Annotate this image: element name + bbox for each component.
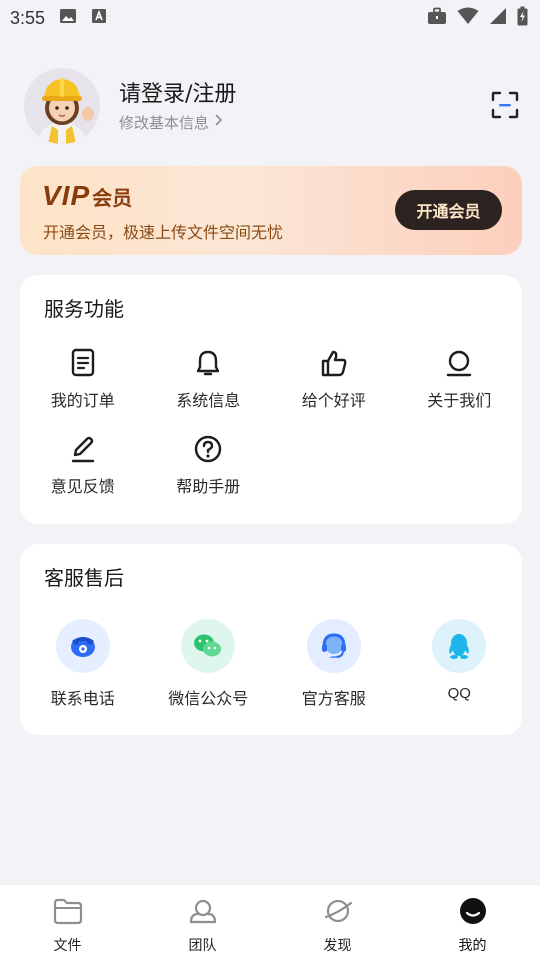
battery-icon — [517, 6, 528, 31]
services-title: 服务功能 — [44, 297, 124, 321]
chevron-right-icon — [213, 113, 223, 131]
wifi-icon — [457, 7, 479, 30]
signal-icon — [489, 7, 507, 30]
service-label: 关于我们 — [427, 391, 492, 410]
nav-label: 文件 — [53, 938, 82, 954]
service-item-rate-us[interactable]: 给个好评 — [271, 347, 397, 433]
scan-icon — [490, 91, 520, 124]
vip-description: 开通会员，极速上传文件空间无忧 — [43, 223, 284, 242]
wechat-icon — [181, 619, 236, 673]
headset-icon — [306, 619, 361, 673]
bottom-nav: 文件 团队 发现 我的 — [0, 884, 540, 960]
discover-icon — [322, 897, 354, 929]
service-item-orders[interactable]: 我的订单 — [20, 347, 146, 433]
service-item-help-manual[interactable]: 帮助手册 — [146, 433, 272, 519]
nav-label: 发现 — [323, 938, 352, 954]
service-item-system-info[interactable]: 系统信息 — [146, 347, 272, 433]
service-item-about-us[interactable]: 关于我们 — [397, 347, 523, 433]
status-bar: 3:55 — [0, 0, 540, 36]
service-label: 我的订单 — [50, 391, 115, 410]
support-card: 客服售后 联系电话 微信公众号 官方客服 QQ — [20, 544, 522, 735]
service-label: 给个好评 — [301, 391, 366, 410]
nav-item-files[interactable]: 文件 — [0, 885, 135, 960]
support-label: 微信公众号 — [168, 689, 249, 708]
vip-logo: VIP 会员 — [42, 180, 132, 212]
service-item-feedback[interactable]: 意见反馈 — [20, 433, 146, 519]
service-label: 意见反馈 — [50, 477, 115, 496]
support-item-customer-service[interactable]: 官方客服 — [271, 619, 397, 709]
bell-icon — [192, 347, 224, 379]
services-grid: 我的订单 系统信息 给个好评 关于我们 意见反馈 帮助手册 — [20, 347, 522, 519]
briefcase-icon — [427, 7, 447, 30]
support-label: 官方客服 — [301, 689, 366, 708]
support-grid: 联系电话 微信公众号 官方客服 QQ — [20, 619, 522, 709]
qq-icon — [432, 619, 487, 673]
thumbs-up-icon — [318, 347, 350, 379]
vip-banner[interactable]: VIP 会员 开通会员，极速上传文件空间无忧 开通会员 — [20, 166, 522, 255]
me-icon — [457, 897, 489, 929]
profile-header[interactable]: 请登录/注册 修改基本信息 — [24, 68, 520, 144]
support-label: 联系电话 — [50, 689, 115, 708]
team-icon — [187, 897, 219, 929]
support-label: QQ — [447, 685, 471, 702]
scan-button[interactable] — [490, 90, 520, 120]
support-title: 客服售后 — [44, 566, 124, 590]
vip-logo-text: VIP — [42, 180, 91, 211]
image-notification-icon — [59, 8, 77, 29]
support-item-qq[interactable]: QQ — [397, 619, 523, 709]
avatar[interactable] — [24, 68, 100, 144]
nav-label: 团队 — [188, 938, 217, 954]
folder-icon — [52, 897, 84, 929]
text-notification-icon — [91, 8, 107, 29]
services-card: 服务功能 我的订单 系统信息 给个好评 关于我们 意见反馈 帮助手册 — [20, 275, 522, 524]
about-icon — [443, 347, 475, 379]
service-label: 系统信息 — [176, 391, 241, 410]
nav-item-discover[interactable]: 发现 — [270, 885, 405, 960]
nav-item-team[interactable]: 团队 — [135, 885, 270, 960]
edit-icon — [67, 433, 99, 465]
service-label: 帮助手册 — [176, 477, 241, 496]
vip-badge-text: 会员 — [92, 185, 133, 210]
order-icon — [67, 347, 99, 379]
phone-icon — [55, 619, 110, 673]
open-vip-button[interactable]: 开通会员 — [395, 190, 502, 230]
edit-profile-link[interactable]: 修改基本信息 — [119, 112, 236, 133]
nav-item-me[interactable]: 我的 — [405, 885, 540, 960]
login-register-title[interactable]: 请登录/注册 — [119, 80, 236, 110]
help-icon — [192, 433, 224, 465]
nav-label: 我的 — [458, 938, 487, 954]
support-item-wechat[interactable]: 微信公众号 — [146, 619, 272, 709]
status-time: 3:55 — [10, 7, 46, 28]
edit-profile-label: 修改基本信息 — [119, 113, 210, 132]
support-item-phone[interactable]: 联系电话 — [20, 619, 146, 709]
